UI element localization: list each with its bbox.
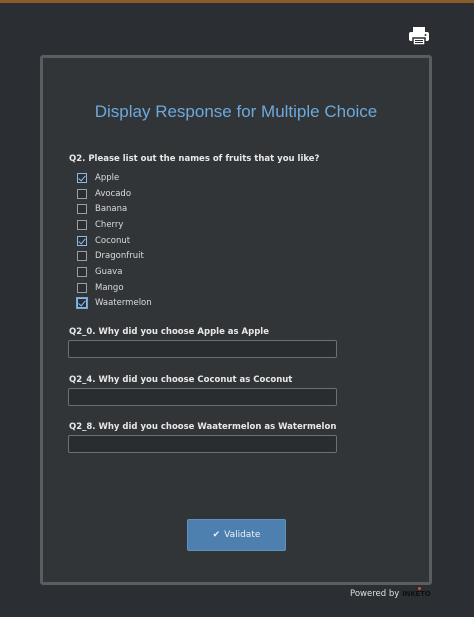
brand-logo-text: INKETO (402, 590, 431, 598)
option-guava[interactable]: Guava (77, 264, 152, 280)
powered-by-text: Powered by (350, 589, 400, 599)
option-label: Avocado (95, 188, 132, 199)
option-avocado[interactable]: Avocado (77, 186, 152, 202)
fruit-options-list: Apple Avocado Banana Cherry Coconut Drag… (76, 170, 152, 312)
option-label: Dragonfruit (95, 251, 144, 262)
followup-q2-4-input[interactable] (68, 388, 337, 406)
option-dragonfruit[interactable]: Dragonfruit (77, 248, 152, 264)
followup-q2-4-label: Q2_4. Why did you choose Coconut as Coco… (69, 375, 293, 385)
top-accent-bar (0, 0, 474, 3)
followup-q2-0-label: Q2_0. Why did you choose Apple as Apple (69, 327, 269, 337)
form-card: Display Response for Multiple Choice Q2.… (40, 55, 432, 585)
option-label: Banana (95, 204, 128, 215)
check-icon: ✔ (212, 530, 221, 540)
option-apple[interactable]: Apple (77, 170, 152, 186)
option-label: Apple (95, 172, 120, 183)
option-label: Mango (95, 282, 124, 293)
option-label: Waatermelon (95, 298, 152, 309)
checkbox-mango[interactable] (77, 282, 87, 293)
option-label: Guava (95, 266, 123, 277)
checkbox-guava[interactable] (77, 266, 87, 277)
followup-q2-0-input[interactable] (68, 340, 337, 358)
checkbox-apple[interactable] (77, 172, 87, 183)
option-mango[interactable]: Mango (77, 280, 152, 296)
checkbox-banana[interactable] (77, 204, 87, 215)
checkbox-avocado[interactable] (77, 188, 87, 199)
printer-icon (409, 27, 429, 46)
brand-logo[interactable]: INKETO (402, 587, 431, 598)
checkbox-waatermelon[interactable] (76, 297, 88, 310)
page-title: Display Response for Multiple Choice (94, 102, 378, 121)
checkbox-dragonfruit[interactable] (77, 251, 87, 262)
option-banana[interactable]: Banana (77, 201, 152, 217)
checkbox-coconut[interactable] (77, 235, 87, 246)
powered-by: Powered by INKETO (350, 587, 431, 599)
option-coconut[interactable]: Coconut (77, 233, 152, 249)
option-cherry[interactable]: Cherry (77, 217, 152, 233)
validate-label: Validate (224, 530, 261, 540)
followup-q2-8-label: Q2_8. Why did you choose Waatermelon as … (69, 422, 337, 432)
option-label: Coconut (95, 235, 131, 246)
print-button[interactable] (408, 26, 430, 46)
option-waatermelon[interactable]: Waatermelon (76, 296, 152, 312)
validate-button[interactable]: ✔ Validate (187, 519, 286, 551)
option-label: Cherry (95, 219, 124, 230)
followup-q2-8-input[interactable] (68, 435, 337, 453)
question-q2-label: Q2. Please list out the names of fruits … (69, 154, 320, 164)
checkbox-cherry[interactable] (77, 219, 87, 230)
